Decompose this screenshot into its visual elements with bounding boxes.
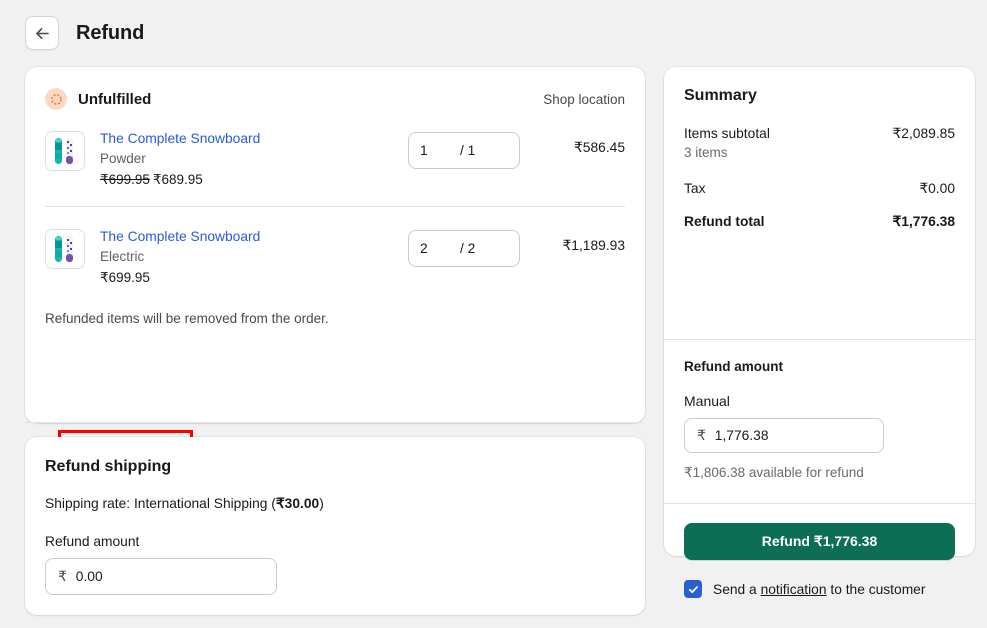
shipping-refund-amount-label: Refund amount bbox=[45, 534, 625, 549]
summary-divider bbox=[664, 339, 975, 340]
summary-row-refund-total: Refund total ₹1,776.38 bbox=[684, 214, 955, 230]
send-notification-row[interactable]: Send a notification to the customer bbox=[684, 580, 925, 598]
quantity-max: / 2 bbox=[460, 241, 475, 256]
unfulfilled-icon bbox=[45, 88, 67, 110]
quantity-input[interactable] bbox=[420, 241, 460, 256]
available-for-refund-text: ₹1,806.38 available for refund bbox=[684, 465, 955, 481]
fulfillment-status-label: Unfulfilled bbox=[78, 91, 151, 108]
notification-link[interactable]: notification bbox=[761, 582, 827, 597]
shop-location-label: Shop location bbox=[543, 92, 625, 107]
restock-divider bbox=[25, 422, 645, 423]
shipping-refund-amount-input[interactable] bbox=[76, 569, 264, 584]
line-item: The Complete Snowboard Powder ₹699.95₹68… bbox=[45, 112, 625, 189]
summary-value: ₹0.00 bbox=[919, 181, 955, 197]
summary-divider bbox=[664, 503, 975, 504]
refund-amount-block: Refund amount Manual ₹ ₹1,806.38 availab… bbox=[684, 359, 955, 481]
line-item-original-price: ₹699.95 bbox=[100, 172, 150, 187]
shipping-refund-amount-field[interactable]: ₹ bbox=[45, 558, 277, 595]
shipping-card-body: Refund shipping Shipping rate: Internati… bbox=[25, 437, 645, 616]
line-item-title[interactable]: The Complete Snowboard bbox=[100, 129, 408, 149]
notify-text-after: to the customer bbox=[827, 582, 926, 597]
refund-amount-title: Refund amount bbox=[684, 359, 955, 374]
summary-label: Items subtotal bbox=[684, 126, 770, 141]
shipping-rate-text: Shipping rate: International Shipping (₹… bbox=[45, 496, 625, 512]
line-item-total: ₹586.45 bbox=[520, 140, 625, 156]
shipping-rate-amount: ₹30.00 bbox=[276, 496, 319, 511]
notify-text-before: Send a bbox=[713, 582, 761, 597]
summary-row-tax: Tax ₹0.00 bbox=[684, 181, 955, 197]
snowboard-thumbnail bbox=[45, 229, 85, 269]
refund-button[interactable]: Refund ₹1,776.38 bbox=[684, 523, 955, 560]
summary-value: ₹2,089.85 bbox=[893, 126, 955, 142]
fulfillment-header: Unfulfilled Shop location bbox=[45, 86, 625, 112]
summary-total-value: ₹1,776.38 bbox=[893, 214, 955, 230]
summary-title: Summary bbox=[684, 87, 955, 105]
currency-symbol: ₹ bbox=[58, 569, 67, 585]
line-item-title[interactable]: The Complete Snowboard bbox=[100, 227, 408, 247]
send-notification-label: Send a notification to the customer bbox=[713, 582, 925, 597]
send-notification-checkbox[interactable] bbox=[684, 580, 702, 598]
shipping-rate-prefix: Shipping rate: International Shipping ( bbox=[45, 496, 276, 511]
summary-card-body: Summary Items subtotal ₹2,089.85 3 items… bbox=[664, 67, 975, 230]
line-item-current-price: ₹699.95 bbox=[100, 270, 150, 285]
refund-amount-input[interactable] bbox=[715, 428, 871, 443]
summary-row-items-subtotal: Items subtotal ₹2,089.85 bbox=[684, 126, 955, 142]
refund-method-label: Manual bbox=[684, 393, 955, 409]
refund-shipping-title: Refund shipping bbox=[45, 458, 625, 476]
arrow-left-icon bbox=[34, 25, 51, 42]
quantity-input[interactable] bbox=[420, 143, 460, 158]
line-item-info: The Complete Snowboard Electric ₹699.95 bbox=[100, 227, 408, 287]
page-title: Refund bbox=[76, 22, 144, 45]
page-header: Refund bbox=[25, 16, 144, 50]
summary-items-count: 3 items bbox=[684, 145, 955, 160]
checkmark-icon bbox=[688, 584, 699, 595]
line-item-price: ₹699.95 bbox=[100, 268, 408, 288]
line-item-info: The Complete Snowboard Powder ₹699.95₹68… bbox=[100, 129, 408, 189]
refund-note: Refunded items will be removed from the … bbox=[45, 287, 625, 326]
line-item: The Complete Snowboard Electric ₹699.95 … bbox=[45, 207, 625, 287]
currency-symbol: ₹ bbox=[697, 428, 706, 444]
line-item-current-price: ₹689.95 bbox=[153, 172, 203, 187]
line-item-total: ₹1,189.93 bbox=[520, 238, 625, 254]
summary-label: Tax bbox=[684, 181, 705, 196]
refund-page: Refund Unfulfilled Shop location bbox=[0, 0, 987, 628]
refund-shipping-card: Refund shipping Shipping rate: Internati… bbox=[25, 437, 645, 615]
refund-amount-field[interactable]: ₹ bbox=[684, 418, 884, 453]
snowboard-thumbnail bbox=[45, 131, 85, 171]
quantity-field[interactable]: / 1 bbox=[408, 132, 520, 169]
quantity-max: / 1 bbox=[460, 143, 475, 158]
quantity-field[interactable]: / 2 bbox=[408, 230, 520, 267]
fulfillment-status: Unfulfilled bbox=[45, 88, 151, 110]
line-item-price: ₹699.95₹689.95 bbox=[100, 170, 408, 190]
refund-items-card: Unfulfilled Shop location bbox=[25, 67, 645, 423]
summary-card: Summary Items subtotal ₹2,089.85 3 items… bbox=[664, 67, 975, 556]
back-button[interactable] bbox=[25, 16, 59, 50]
items-card-body: Unfulfilled Shop location bbox=[25, 67, 645, 326]
line-item-variant: Electric bbox=[100, 247, 408, 267]
shipping-rate-suffix: ) bbox=[319, 496, 324, 511]
line-item-variant: Powder bbox=[100, 149, 408, 169]
summary-total-label: Refund total bbox=[684, 214, 764, 229]
